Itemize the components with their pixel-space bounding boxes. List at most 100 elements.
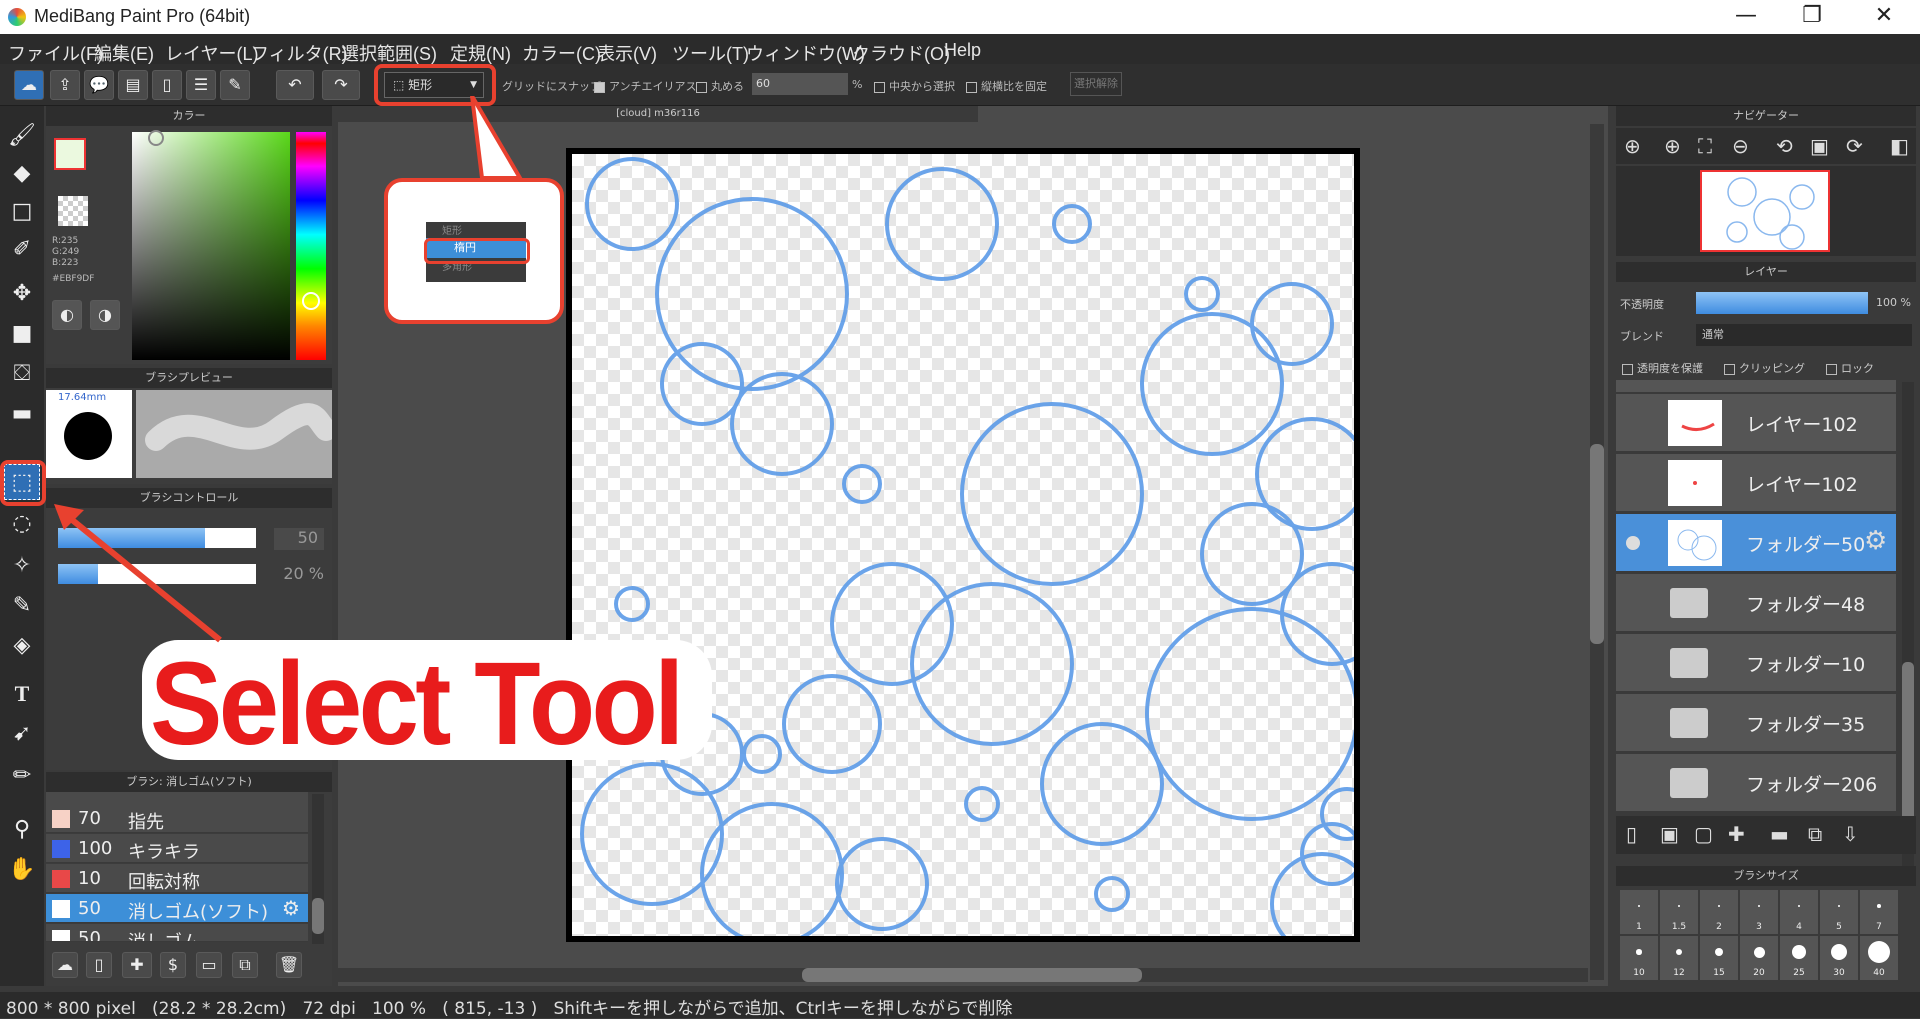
navigator-viewport[interactable] (1700, 170, 1830, 252)
lock-checkbox[interactable]: ロック (1826, 360, 1874, 376)
layer-row-active[interactable]: フォルダー50 ⚙ (1616, 514, 1896, 572)
minimize-button[interactable]: — (1718, 0, 1774, 34)
trash-icon[interactable]: 🗑 (276, 952, 302, 978)
gear-icon[interactable]: ⚙ (1864, 526, 1887, 556)
menu-layer[interactable]: レイヤー(L) (165, 40, 258, 66)
brush-size-cell[interactable]: 4 (1780, 890, 1818, 934)
hue-slider-handle[interactable] (302, 292, 320, 310)
brush-size-cell[interactable]: 10 (1620, 936, 1658, 980)
eraser-tool-icon[interactable]: ◆ (4, 156, 40, 192)
gear-icon[interactable]: ⚙ (282, 896, 300, 920)
layer-row[interactable]: レイヤー102 (1616, 394, 1896, 452)
color-picker-cursor[interactable] (148, 130, 164, 146)
cloud-brush-icon[interactable]: ☁ (52, 952, 78, 978)
menu-file[interactable]: ファイル(F) (8, 40, 103, 66)
pen-list-icon[interactable]: ✎ (220, 70, 250, 100)
menu-cloud[interactable]: クラウド(O) (852, 40, 950, 66)
new-layer-icon[interactable]: ▯ (1626, 822, 1637, 846)
brush-size-cell[interactable]: 2 (1700, 890, 1738, 934)
menu-ruler[interactable]: 定規(N) (450, 40, 511, 66)
menu-color[interactable]: カラー(C) (522, 40, 601, 66)
brush-settings-icon[interactable]: $ (160, 952, 186, 978)
zoom-in-icon[interactable]: ⊕ (1664, 134, 1681, 158)
vertical-scrollbar[interactable] (1590, 124, 1604, 980)
blend-select[interactable]: 通常 (1696, 324, 1912, 346)
duplicate-layer-icon[interactable]: ⧉ (1808, 822, 1822, 846)
zoom-out-icon[interactable]: ⊖ (1732, 134, 1749, 158)
fix-ratio-check[interactable] (966, 81, 977, 93)
new-folder-icon[interactable]: ▬ (1770, 822, 1789, 846)
actual-size-icon[interactable]: ▣ (1810, 134, 1829, 158)
duplicate-icon[interactable]: ⧉ (232, 952, 258, 978)
round-checkbox[interactable]: 丸める (696, 78, 744, 94)
brush-size-cell[interactable]: 20 (1740, 936, 1778, 980)
drawing-canvas[interactable] (566, 148, 1360, 942)
fill-rect-tool-icon[interactable]: ■ (4, 316, 40, 352)
visibility-icon[interactable] (1626, 536, 1640, 550)
cloud-icon[interactable]: ☁ (14, 70, 44, 100)
add-layer-icon[interactable]: ✚ (1728, 822, 1745, 846)
folder-icon[interactable]: ▭ (196, 952, 222, 978)
brush-item[interactable]: 70 指先 (46, 804, 308, 833)
from-center-checkbox[interactable]: 中央から選択 (874, 78, 955, 94)
comment-icon[interactable]: ▤ (118, 70, 148, 100)
layer-row[interactable]: フォルダー35 (1616, 694, 1896, 752)
brush-size-cell[interactable]: 25 (1780, 936, 1818, 980)
redo-icon[interactable]: ↷ (322, 70, 360, 100)
menu-edit[interactable]: 編集(E) (94, 40, 154, 66)
palette-icon[interactable]: ◐ (52, 300, 82, 330)
from-center-check[interactable] (874, 81, 885, 93)
rotate-left-icon[interactable]: ⟲ (1776, 134, 1793, 158)
navigator-preview[interactable] (1616, 166, 1916, 256)
horizontal-scrollbar-thumb[interactable] (802, 968, 1142, 982)
primary-color-swatch[interactable] (54, 138, 86, 170)
antialias-check[interactable] (594, 81, 605, 93)
divide-tool-icon[interactable]: ✏ (4, 758, 40, 794)
merge-layer-icon[interactable]: ⇩ (1842, 822, 1859, 846)
close-button[interactable]: ✕ (1856, 0, 1912, 34)
scrollbar-thumb[interactable] (312, 898, 324, 934)
transparent-swatch[interactable] (58, 196, 88, 226)
hue-slider[interactable] (296, 132, 326, 360)
round-value-input[interactable]: 60 (752, 73, 848, 95)
page-icon[interactable]: ▯ (152, 70, 182, 100)
select-pen-tool-icon[interactable]: ✐ (4, 232, 40, 268)
new-8bit-layer-icon[interactable]: ▣ (1660, 822, 1679, 846)
antialias-checkbox[interactable]: アンチエイリアス (594, 78, 697, 94)
menu-window[interactable]: ウィンドウ(W) (746, 40, 865, 66)
horizontal-scrollbar[interactable] (338, 968, 1588, 982)
brush-size-cell[interactable]: 12 (1660, 936, 1698, 980)
size-value[interactable]: 50 (274, 528, 324, 550)
dot-tool-icon[interactable]: □ (4, 194, 40, 230)
menu-filter[interactable]: フィルタ(R) (251, 40, 348, 66)
hand-tool-icon[interactable]: ✋ (4, 852, 40, 888)
brush-item[interactable]: 10 回転対称 (46, 864, 308, 893)
move-tool-icon[interactable]: ✥ (4, 276, 40, 312)
brush-list-scrollbar[interactable] (312, 794, 324, 944)
rotate-right-icon[interactable]: ⟳ (1846, 134, 1863, 158)
brush-size-cell[interactable]: 1.5 (1660, 890, 1698, 934)
flip-icon[interactable]: ◧ (1890, 134, 1909, 158)
clipping-checkbox[interactable]: クリッピング (1724, 360, 1805, 376)
layer-row[interactable]: フォルダー10 (1616, 634, 1896, 692)
layer-row[interactable]: フォルダー48 (1616, 574, 1896, 632)
maximize-button[interactable]: ❐ (1784, 0, 1840, 34)
layer-opacity-slider[interactable] (1696, 292, 1868, 314)
new-1bit-layer-icon[interactable]: ▢ (1694, 822, 1713, 846)
list-icon[interactable]: ☰ (186, 70, 216, 100)
zoom-fit-icon[interactable]: ⊕ (1624, 134, 1641, 158)
upload-icon[interactable]: ⇪ (50, 70, 80, 100)
brush-size-cell[interactable]: 1 (1620, 890, 1658, 934)
menu-view[interactable]: 表示(V) (597, 40, 657, 66)
eyedropper-tool-icon[interactable]: ⚲ (4, 812, 40, 848)
brush-tool-icon[interactable]: 🖌 (4, 118, 40, 154)
menu-selection[interactable]: 選択範囲(S) (341, 40, 437, 66)
brush-size-cell[interactable]: 5 (1820, 890, 1858, 934)
color-picker-area[interactable] (132, 132, 290, 360)
menu-tool[interactable]: ツール(T) (672, 40, 749, 66)
palette-add-icon[interactable]: ◑ (90, 300, 120, 330)
brush-size-cell[interactable]: 15 (1700, 936, 1738, 980)
fix-ratio-checkbox[interactable]: 縦横比を固定 (966, 78, 1047, 94)
magic-wand-tool-icon[interactable]: ✧ (4, 548, 40, 584)
lasso-tool-icon[interactable]: ◌ (4, 506, 40, 542)
